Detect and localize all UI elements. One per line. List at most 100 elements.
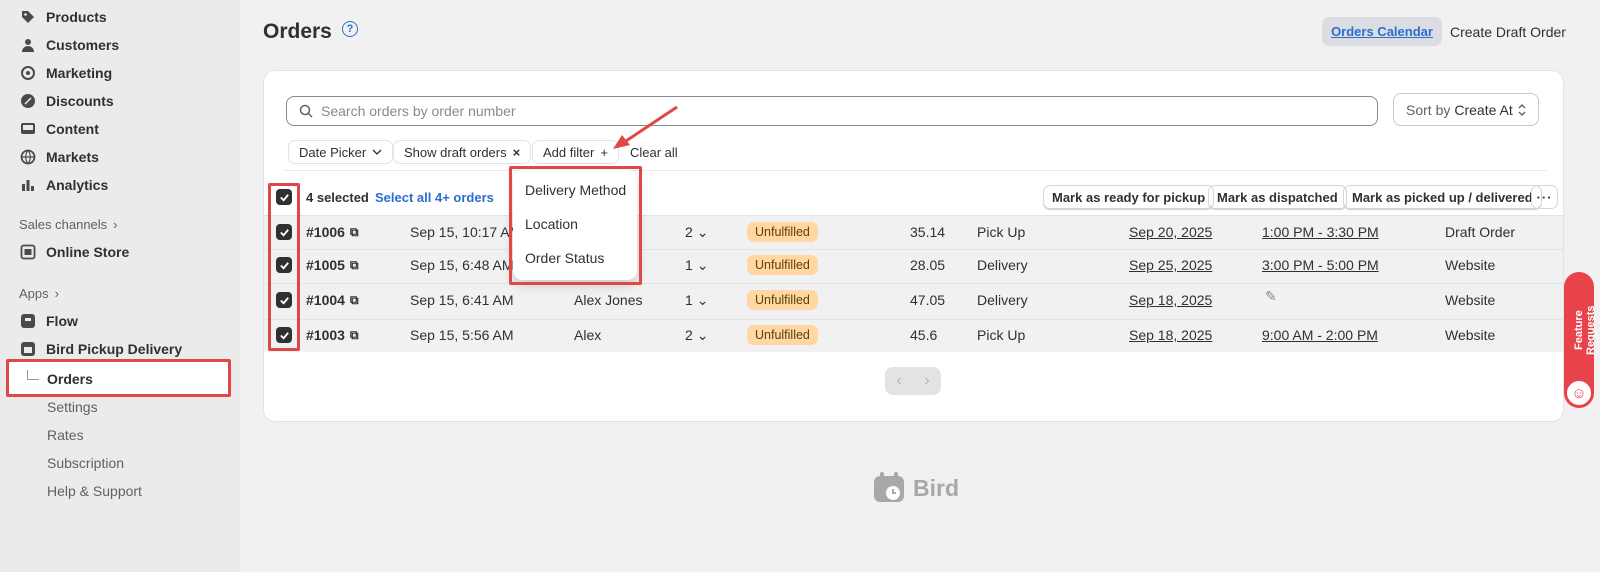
order-date: Sep 15, 6:41 AM bbox=[410, 292, 514, 308]
external-link-icon[interactable]: ⧉ bbox=[350, 225, 359, 240]
delivery-date[interactable]: Sep 18, 2025 bbox=[1129, 292, 1212, 308]
arrow-annotation-icon bbox=[613, 105, 678, 149]
mark-ready-button[interactable]: Mark as ready for pickup bbox=[1043, 185, 1215, 209]
delivery-date[interactable]: Sep 18, 2025 bbox=[1129, 327, 1212, 343]
customer-name: Alex Jones bbox=[574, 292, 643, 308]
divider bbox=[283, 170, 1547, 171]
sidebar-item-flow[interactable]: Flow bbox=[20, 309, 78, 333]
order-total: 47.05 bbox=[910, 292, 946, 308]
status-badge: Unfulfilled bbox=[747, 325, 818, 345]
date-picker-filter[interactable]: Date Picker bbox=[288, 140, 394, 164]
order-number[interactable]: #1003 ⧉ bbox=[306, 327, 359, 343]
item-count[interactable]: 1 ⌄ bbox=[685, 292, 708, 309]
sidebar-item-markets[interactable]: Markets bbox=[20, 145, 99, 169]
sidebar-item-online-store[interactable]: Online Store bbox=[20, 240, 129, 264]
order-source: Website bbox=[1445, 257, 1496, 273]
help-icon[interactable]: ? bbox=[342, 21, 358, 37]
item-count[interactable]: 2 ⌄ bbox=[685, 327, 708, 344]
date-picker-label: Date Picker bbox=[299, 144, 367, 160]
external-link-icon[interactable]: ⧉ bbox=[350, 258, 359, 273]
chevron-down-icon: ⌄ bbox=[696, 224, 709, 240]
customer-name: Alex bbox=[574, 327, 602, 343]
add-filter-button[interactable]: Add filter + bbox=[532, 140, 619, 164]
sidebar-item-label: Online Store bbox=[46, 244, 130, 260]
more-actions-button[interactable]: ··· bbox=[1531, 185, 1558, 209]
select-all-link[interactable]: Select all 4+ orders bbox=[375, 190, 494, 205]
create-draft-order-button[interactable]: Create Draft Order bbox=[1450, 24, 1566, 40]
order-source: Website bbox=[1445, 327, 1496, 343]
sidebar-subitem-subscription[interactable]: Subscription bbox=[47, 455, 124, 471]
search-input[interactable]: Search orders by order number bbox=[286, 96, 1378, 126]
time-slot[interactable]: 1:00 PM - 3:30 PM bbox=[1262, 224, 1379, 240]
sidebar-item-label: Flow bbox=[46, 313, 78, 329]
plus-icon: + bbox=[600, 144, 608, 160]
sidebar: Products Customers Marketing Discounts C… bbox=[0, 0, 240, 572]
sort-prefix: Sort by bbox=[1406, 101, 1451, 118]
person-icon bbox=[22, 39, 34, 52]
sidebar-item-content[interactable]: Content bbox=[20, 117, 99, 141]
checkbox-highlight-annotation bbox=[268, 183, 300, 351]
calendar-app-icon bbox=[21, 342, 35, 356]
order-total: 28.05 bbox=[910, 257, 946, 273]
order-number[interactable]: #1004 ⧉ bbox=[306, 292, 359, 308]
pencil-icon[interactable]: ✎ bbox=[1265, 288, 1277, 305]
draft-orders-label: Show draft orders bbox=[404, 144, 507, 160]
chevron-down-icon: ⌄ bbox=[696, 257, 709, 273]
delivery-method: Delivery bbox=[977, 292, 1028, 308]
sidebar-item-discounts[interactable]: Discounts bbox=[20, 89, 114, 113]
delivery-method: Pick Up bbox=[977, 224, 1026, 240]
smiley-icon[interactable]: ☺ bbox=[1565, 379, 1593, 407]
next-page-icon[interactable]: › bbox=[924, 372, 929, 390]
delivery-method: Pick Up bbox=[977, 327, 1026, 343]
orders-calendar-button[interactable]: Orders Calendar bbox=[1322, 17, 1442, 46]
sidebar-item-marketing[interactable]: Marketing bbox=[20, 61, 112, 85]
sidebar-item-customers[interactable]: Customers bbox=[20, 33, 119, 57]
subnav-connector bbox=[27, 370, 39, 380]
sidebar-item-label: Customers bbox=[46, 37, 120, 53]
bird-calendar-icon bbox=[874, 472, 904, 502]
close-icon[interactable]: × bbox=[513, 145, 521, 160]
order-number[interactable]: #1006 ⧉ bbox=[306, 224, 359, 240]
search-placeholder: Search orders by order number bbox=[321, 103, 516, 119]
item-count[interactable]: 2 ⌄ bbox=[685, 224, 708, 241]
order-source: Draft Order bbox=[1445, 224, 1516, 240]
tag-icon bbox=[22, 11, 34, 23]
mark-dispatched-button[interactable]: Mark as dispatched bbox=[1208, 185, 1347, 209]
previous-page-icon[interactable]: ‹ bbox=[896, 372, 901, 390]
orders-highlight-annotation bbox=[6, 359, 231, 397]
chevron-down-icon: ⌄ bbox=[696, 292, 709, 308]
logo-text: Bird bbox=[913, 474, 959, 501]
order-date: Sep 15, 5:56 AM bbox=[410, 327, 514, 343]
search-icon bbox=[299, 104, 313, 118]
target-icon bbox=[21, 66, 35, 80]
time-slot[interactable]: 9:00 AM - 2:00 PM bbox=[1262, 327, 1378, 343]
sidebar-item-products[interactable]: Products bbox=[20, 5, 107, 29]
page-title: Orders bbox=[263, 20, 332, 43]
sidebar-subitem-help-support[interactable]: Help & Support bbox=[47, 483, 142, 499]
external-link-icon[interactable]: ⧉ bbox=[350, 293, 359, 308]
order-number[interactable]: #1005 ⧉ bbox=[306, 257, 359, 273]
sort-button[interactable]: Sort by Create At bbox=[1393, 93, 1539, 126]
sidebar-item-bird-pickup-delivery[interactable]: Bird Pickup Delivery bbox=[20, 337, 182, 361]
apps-header[interactable]: Apps › bbox=[19, 286, 59, 301]
sidebar-subitem-orders[interactable]: Orders bbox=[47, 371, 93, 387]
status-badge: Unfulfilled bbox=[747, 222, 818, 242]
feature-requests-label: Feature Requests bbox=[1573, 305, 1597, 355]
delivery-date[interactable]: Sep 25, 2025 bbox=[1129, 257, 1212, 273]
time-slot[interactable]: 3:00 PM - 5:00 PM bbox=[1262, 257, 1379, 273]
sales-channels-header[interactable]: Sales channels › bbox=[19, 217, 118, 232]
chevron-down-icon bbox=[372, 149, 382, 155]
sidebar-item-label: Markets bbox=[46, 149, 99, 165]
delivery-date[interactable]: Sep 20, 2025 bbox=[1129, 224, 1212, 240]
sidebar-item-analytics[interactable]: Analytics bbox=[20, 173, 108, 197]
mark-picked-up-button[interactable]: Mark as picked up / delivered bbox=[1343, 185, 1542, 209]
sidebar-subitem-settings[interactable]: Settings bbox=[47, 399, 98, 415]
content-icon bbox=[21, 123, 35, 134]
item-count[interactable]: 1 ⌄ bbox=[685, 257, 708, 274]
external-link-icon[interactable]: ⧉ bbox=[350, 328, 359, 343]
flow-icon bbox=[21, 314, 35, 328]
draft-orders-filter[interactable]: Show draft orders × bbox=[393, 140, 532, 164]
sidebar-subitem-rates[interactable]: Rates bbox=[47, 427, 84, 443]
status-badge: Unfulfilled bbox=[747, 290, 818, 310]
sort-toggle-icon bbox=[1518, 103, 1526, 116]
